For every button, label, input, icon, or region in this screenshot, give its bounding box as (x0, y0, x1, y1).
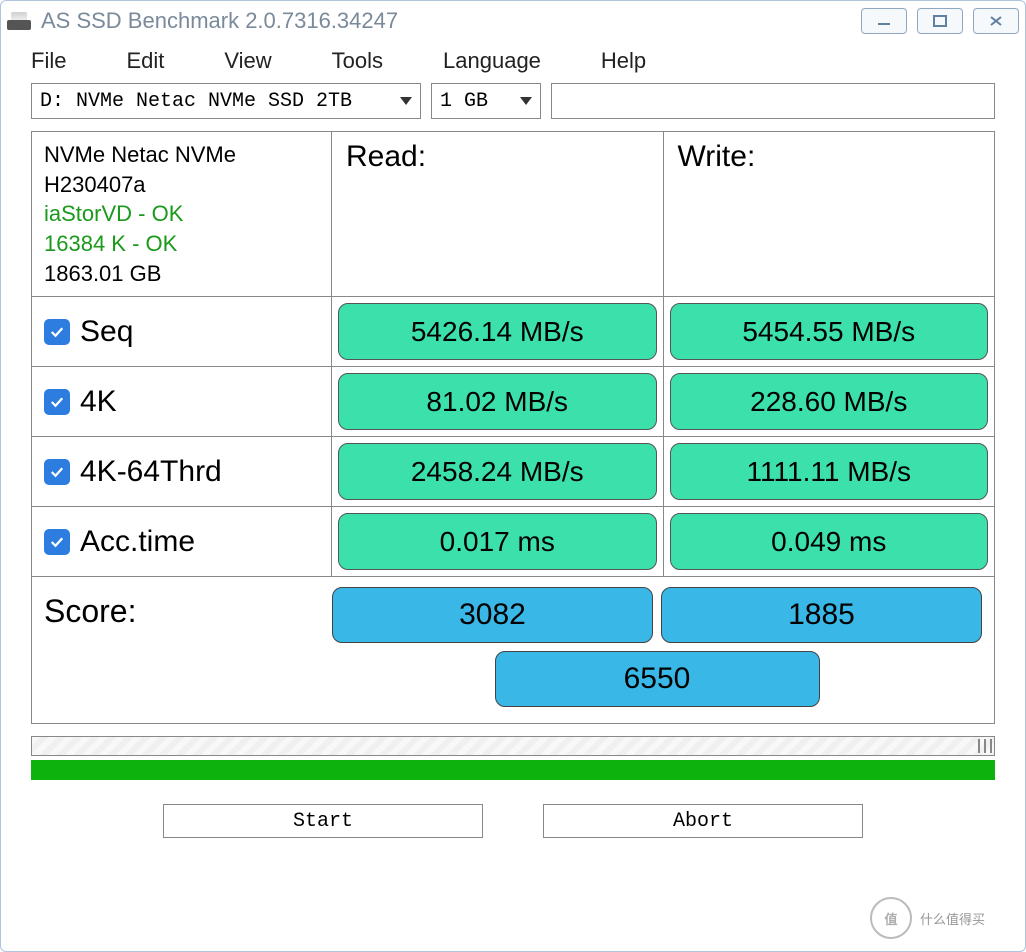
device-capacity: 1863.01 GB (44, 259, 319, 289)
menu-tools[interactable]: Tools (332, 48, 383, 74)
4k64-label: 4K-64Thrd (80, 455, 222, 489)
seq-read: 5426.14 MB/s (338, 303, 657, 360)
watermark-text: 什么值得买 (920, 909, 985, 928)
menu-view[interactable]: View (224, 48, 271, 74)
4k64-checkbox[interactable] (44, 459, 70, 485)
device-name: NVMe Netac NVMe (44, 140, 319, 170)
watermark: 值 什么值得买 (860, 890, 1020, 946)
watermark-icon: 值 (870, 897, 912, 939)
4k64-read: 2458.24 MB/s (338, 443, 657, 500)
device-alignment: 16384 K - OK (44, 229, 319, 259)
device-driver: iaStorVD - OK (44, 199, 319, 229)
close-button[interactable] (973, 8, 1019, 34)
device-firmware: H230407a (44, 170, 319, 200)
size-select-value: 1 GB (440, 90, 488, 113)
seq-label: Seq (80, 315, 133, 349)
start-button[interactable]: Start (163, 804, 483, 838)
window-title: AS SSD Benchmark 2.0.7316.34247 (41, 8, 861, 34)
4k-label: 4K (80, 385, 117, 419)
seq-checkbox[interactable] (44, 319, 70, 345)
acc-label: Acc.time (80, 525, 195, 559)
4k-read: 81.02 MB/s (338, 373, 657, 430)
4k64-write: 1111.11 MB/s (670, 443, 989, 500)
status-field (551, 83, 995, 119)
maximize-button[interactable] (917, 8, 963, 34)
results-table: NVMe Netac NVMe H230407a iaStorVD - OK 1… (31, 131, 995, 724)
score-read: 3082 (332, 587, 653, 643)
progress-bar (31, 736, 995, 756)
acc-checkbox[interactable] (44, 529, 70, 555)
acc-write: 0.049 ms (670, 513, 989, 570)
status-bar (31, 760, 995, 780)
chevron-down-icon (520, 97, 532, 105)
4k-checkbox[interactable] (44, 389, 70, 415)
score-write: 1885 (661, 587, 982, 643)
drive-select-value: D: NVMe Netac NVMe SSD 2TB (40, 90, 352, 113)
app-window: AS SSD Benchmark 2.0.7316.34247 File Edi… (0, 0, 1026, 952)
menubar: File Edit View Tools Language Help (1, 41, 1025, 81)
abort-button[interactable]: Abort (543, 804, 863, 838)
write-header: Write: (664, 132, 995, 296)
drive-select[interactable]: D: NVMe Netac NVMe SSD 2TB (31, 83, 421, 119)
menu-language[interactable]: Language (443, 48, 541, 74)
seq-write: 5454.55 MB/s (670, 303, 989, 360)
score-total: 6550 (495, 651, 820, 707)
menu-edit[interactable]: Edit (126, 48, 164, 74)
size-select[interactable]: 1 GB (431, 83, 541, 119)
read-header: Read: (332, 132, 664, 296)
acc-read: 0.017 ms (338, 513, 657, 570)
4k-write: 228.60 MB/s (670, 373, 989, 430)
menu-file[interactable]: File (31, 48, 66, 74)
chevron-down-icon (400, 97, 412, 105)
device-info: NVMe Netac NVMe H230407a iaStorVD - OK 1… (32, 132, 332, 296)
score-label: Score: (44, 587, 332, 630)
minimize-button[interactable] (861, 8, 907, 34)
menu-help[interactable]: Help (601, 48, 646, 74)
app-icon (7, 12, 31, 30)
titlebar: AS SSD Benchmark 2.0.7316.34247 (1, 1, 1025, 41)
